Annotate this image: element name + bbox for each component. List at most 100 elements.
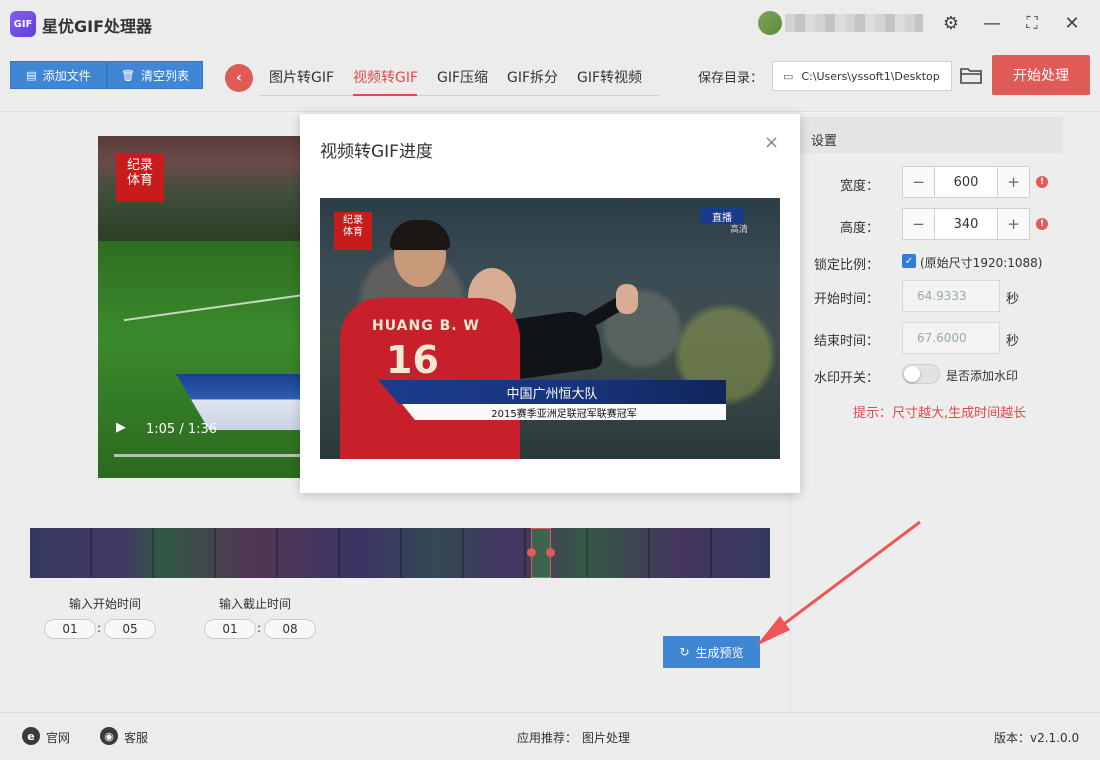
height-increase-button[interactable]: + bbox=[997, 209, 1029, 239]
open-folder-icon[interactable] bbox=[960, 65, 982, 85]
end-time-label: 输入截止时间 bbox=[219, 597, 292, 611]
footer: e 官网 ◉ 客服 应用推荐： 图片处理 版本：v2.1.0.0 bbox=[0, 712, 1100, 760]
dialog-close-icon[interactable]: × bbox=[764, 132, 779, 153]
timeline-end-handle[interactable] bbox=[546, 548, 555, 557]
trash-icon: 🗑 bbox=[121, 68, 135, 82]
title-bar: GIF 星优GIF处理器 ⚙ — ⛶ ✕ bbox=[0, 0, 1100, 46]
width-stepper[interactable]: − 600 + bbox=[902, 166, 1030, 198]
end-second-input[interactable]: 08 bbox=[264, 619, 316, 639]
tab-gif-compress[interactable]: GIF压缩 bbox=[437, 67, 488, 87]
generate-preview-button[interactable]: ↻ 生成预览 bbox=[663, 636, 760, 668]
recommend-label: 应用推荐： bbox=[517, 731, 578, 745]
back-button[interactable]: ‹ bbox=[225, 64, 253, 92]
app-title: 星优GIF处理器 bbox=[42, 17, 153, 36]
add-file-label: 添加文件 bbox=[42, 68, 91, 83]
preview-coach-hand bbox=[616, 284, 638, 314]
start-seconds-input[interactable]: 64.9333 bbox=[902, 280, 1000, 312]
maximize-icon[interactable]: ⛶ bbox=[1019, 10, 1045, 36]
start-minute-input[interactable]: 01 bbox=[44, 619, 96, 639]
video-player[interactable]: 纪录 体育 ▶ 1:05 / 1:36 bbox=[98, 136, 308, 478]
height-warning-icon[interactable]: ! bbox=[1036, 218, 1048, 230]
user-avatar[interactable] bbox=[758, 11, 782, 35]
start-time-label: 输入开始时间 bbox=[69, 597, 142, 611]
preview-logo-line2: 体育 bbox=[343, 227, 363, 238]
save-dir-field[interactable]: ▭ C:\Users\yssoft1\Desktop bbox=[772, 61, 952, 91]
clear-list-label: 清空列表 bbox=[140, 68, 189, 83]
watermark-label: 水印开关： bbox=[813, 371, 879, 386]
jersey-number: 16 bbox=[386, 338, 439, 382]
start-process-button[interactable]: 开始处理 bbox=[992, 55, 1090, 95]
preview-channel-logo: 纪录 体育 bbox=[334, 212, 372, 250]
width-decrease-button[interactable]: − bbox=[903, 167, 935, 197]
start-seconds-label: 开始时间： bbox=[813, 292, 879, 307]
channel-logo-line2: 体育 bbox=[126, 173, 153, 188]
watermark-toggle[interactable] bbox=[902, 364, 940, 384]
jersey-name: HUANG B. W bbox=[372, 318, 480, 334]
tab-gif-to-video[interactable]: GIF转视频 bbox=[577, 67, 642, 87]
channel-logo-line1: 纪录 bbox=[126, 158, 153, 173]
minimize-icon[interactable]: — bbox=[979, 10, 1005, 36]
channel-logo: 纪录 体育 bbox=[116, 154, 164, 202]
video-time: 1:05 / 1:36 bbox=[146, 422, 218, 437]
user-name-blurred[interactable] bbox=[785, 14, 923, 32]
caption-main: 中国广州恒大队 bbox=[378, 380, 726, 404]
file-icon: ▤ bbox=[26, 68, 37, 82]
timeline-start-handle[interactable] bbox=[527, 548, 536, 557]
height-decrease-button[interactable]: − bbox=[903, 209, 935, 239]
width-increase-button[interactable]: + bbox=[997, 167, 1029, 197]
active-tab-indicator bbox=[353, 94, 417, 96]
start-seconds-unit: 秒 bbox=[1006, 292, 1020, 307]
end-seconds-label: 结束时间： bbox=[813, 334, 879, 349]
width-warning-icon[interactable]: ! bbox=[1036, 176, 1048, 188]
settings-icon[interactable]: ⚙ bbox=[938, 10, 964, 36]
close-window-icon[interactable]: ✕ bbox=[1059, 10, 1085, 36]
tab-image-to-gif[interactable]: 图片转GIF bbox=[269, 67, 334, 87]
refresh-icon: ↻ bbox=[679, 645, 690, 659]
clear-list-button[interactable]: 🗑 清空列表 bbox=[107, 61, 203, 89]
video-seek-bar[interactable] bbox=[114, 454, 308, 457]
dialog-title: 视频转GIF进度 bbox=[320, 142, 433, 162]
height-stepper[interactable]: − 340 + bbox=[902, 208, 1030, 240]
gif-preview-frame: HUANG B. W 16 纪录 体育 直播 高清 中国广州恒大队 2015赛季… bbox=[320, 198, 780, 459]
tab-video-to-gif[interactable]: 视频转GIF bbox=[353, 67, 418, 87]
support-link[interactable]: 客服 bbox=[124, 729, 148, 746]
save-dir-value: C:\Users\yssoft1\Desktop bbox=[801, 69, 940, 83]
end-seconds-input[interactable]: 67.6000 bbox=[902, 322, 1000, 354]
website-link[interactable]: 官网 bbox=[46, 729, 70, 746]
start-second-input[interactable]: 05 bbox=[104, 619, 156, 639]
lock-ratio-checkbox[interactable]: ✓ bbox=[902, 254, 916, 268]
hd-badge: 高清 bbox=[730, 225, 749, 235]
support-chat-icon[interactable]: ◉ bbox=[100, 727, 118, 745]
video-pitch bbox=[98, 241, 308, 478]
app-logo-icon: GIF bbox=[10, 11, 36, 37]
website-icon[interactable]: e bbox=[22, 727, 40, 745]
generate-preview-label: 生成预览 bbox=[695, 645, 744, 660]
recommend-link[interactable]: 图片处理 bbox=[582, 729, 630, 746]
end-seconds-unit: 秒 bbox=[1006, 334, 1020, 349]
tab-gif-split[interactable]: GIF拆分 bbox=[507, 67, 558, 87]
end-minute-input[interactable]: 01 bbox=[204, 619, 256, 639]
save-dir-label: 保存目录： bbox=[698, 71, 764, 86]
video-timeline[interactable] bbox=[30, 528, 770, 578]
version-text: 版本：v2.1.0.0 bbox=[994, 731, 1080, 745]
add-file-button[interactable]: ▤ 添加文件 bbox=[10, 61, 107, 89]
width-value[interactable]: 600 bbox=[935, 167, 997, 197]
play-icon[interactable]: ▶ bbox=[116, 420, 126, 435]
lock-ratio-text: (原始尺寸1920:1088) bbox=[920, 256, 1043, 270]
function-tabs: 图片转GIF 视频转GIF GIF压缩 GIF拆分 GIF转视频 bbox=[259, 58, 659, 96]
height-value[interactable]: 340 bbox=[935, 209, 997, 239]
progress-dialog: 视频转GIF进度 × HUANG B. W 16 纪录 体育 直播 高清 中国广… bbox=[300, 114, 800, 493]
width-label: 宽度： bbox=[839, 179, 879, 194]
folder-small-icon: ▭ bbox=[783, 69, 794, 83]
lock-ratio-label: 锁定比例： bbox=[813, 258, 879, 273]
height-label: 高度： bbox=[839, 221, 879, 236]
caption-sub: 2015赛季亚洲足联冠军联赛冠军 bbox=[402, 404, 726, 420]
toolbar: ▤ 添加文件 🗑 清空列表 ‹ 图片转GIF 视频转GIF GIF压缩 GIF拆… bbox=[0, 46, 1100, 112]
start-colon: : bbox=[97, 621, 102, 635]
end-colon: : bbox=[257, 621, 262, 635]
watermark-text: 是否添加水印 bbox=[946, 369, 1019, 383]
settings-header: 设置 bbox=[791, 117, 1063, 153]
preview-logo-line1: 纪录 bbox=[343, 215, 363, 226]
size-hint: 提示：尺寸越大,生成时间越长 bbox=[853, 406, 1027, 421]
annotation-arrow-icon bbox=[756, 520, 921, 646]
